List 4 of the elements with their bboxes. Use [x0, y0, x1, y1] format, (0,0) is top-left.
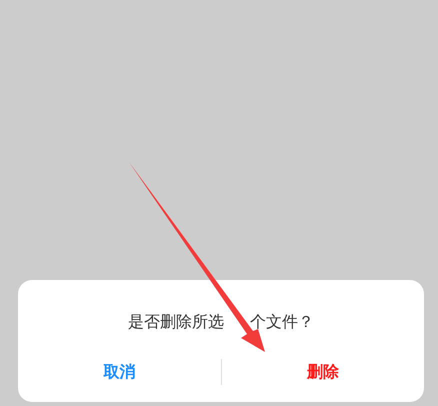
delete-button[interactable]: 删除: [222, 354, 424, 390]
dialog-message: 个文件？: [250, 312, 314, 333]
cancel-button[interactable]: 取消: [18, 354, 220, 390]
dialog-message: 是否删除所选: [128, 312, 224, 333]
